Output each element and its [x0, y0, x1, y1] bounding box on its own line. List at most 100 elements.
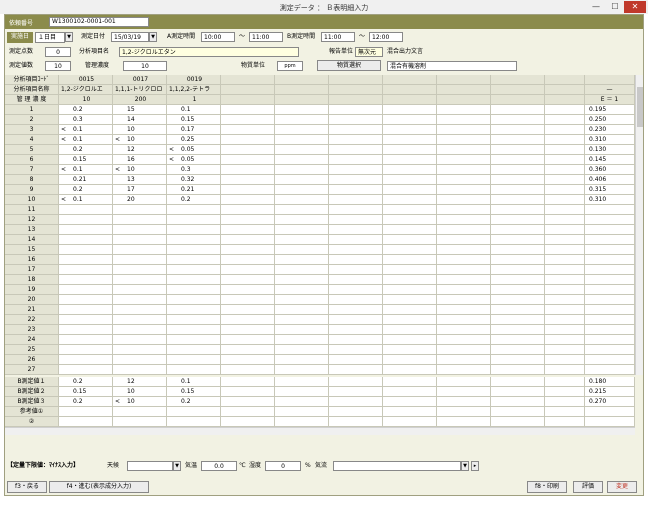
- table-cell[interactable]: [113, 215, 167, 225]
- table-cell[interactable]: [329, 115, 383, 125]
- table-cell[interactable]: [383, 225, 437, 235]
- table-cell[interactable]: [545, 417, 585, 427]
- table-cell[interactable]: [167, 255, 221, 265]
- table-cell[interactable]: [275, 417, 329, 427]
- table-cell[interactable]: [329, 295, 383, 305]
- table-cell[interactable]: <10: [113, 135, 167, 145]
- table-cell[interactable]: [383, 115, 437, 125]
- table-cell[interactable]: [437, 245, 491, 255]
- table-cell[interactable]: [167, 245, 221, 255]
- table-cell[interactable]: [167, 285, 221, 295]
- vertical-scrollbar[interactable]: [635, 75, 643, 375]
- table-cell[interactable]: [59, 325, 113, 335]
- table-cell[interactable]: [383, 265, 437, 275]
- table-cell[interactable]: [437, 135, 491, 145]
- table-cell[interactable]: [221, 355, 275, 365]
- table-cell[interactable]: [59, 365, 113, 375]
- table-cell[interactable]: [221, 125, 275, 135]
- item-name-field[interactable]: 1,2-ジクロルエタン: [119, 47, 299, 57]
- table-cell[interactable]: [329, 325, 383, 335]
- table-cell[interactable]: 0.3: [167, 165, 221, 175]
- table-cell[interactable]: [437, 225, 491, 235]
- table-cell[interactable]: [437, 315, 491, 325]
- table-cell[interactable]: [221, 397, 275, 407]
- table-cell[interactable]: [437, 325, 491, 335]
- table-cell[interactable]: [383, 335, 437, 345]
- table-cell[interactable]: [167, 205, 221, 215]
- table-cell[interactable]: [383, 345, 437, 355]
- table-cell[interactable]: 0.15: [59, 155, 113, 165]
- table-cell[interactable]: [275, 365, 329, 375]
- table-cell[interactable]: [491, 345, 545, 355]
- table-cell[interactable]: 0.3: [59, 115, 113, 125]
- table-cell[interactable]: [437, 407, 491, 417]
- table-cell[interactable]: [545, 275, 585, 285]
- table-cell[interactable]: [437, 335, 491, 345]
- table-cell[interactable]: [113, 345, 167, 355]
- a-time-from-field[interactable]: 10:00: [201, 32, 235, 42]
- table-cell[interactable]: [59, 255, 113, 265]
- table-cell[interactable]: [113, 205, 167, 215]
- table-cell[interactable]: [113, 355, 167, 365]
- table-cell[interactable]: [221, 185, 275, 195]
- table-cell[interactable]: [491, 407, 545, 417]
- table-cell[interactable]: 0.1: [167, 377, 221, 387]
- table-cell[interactable]: [59, 215, 113, 225]
- table-cell[interactable]: [113, 315, 167, 325]
- table-cell[interactable]: [275, 245, 329, 255]
- table-cell[interactable]: 10: [113, 125, 167, 135]
- table-cell[interactable]: [383, 285, 437, 295]
- table-cell[interactable]: [221, 135, 275, 145]
- table-cell[interactable]: [437, 377, 491, 387]
- table-cell[interactable]: [221, 335, 275, 345]
- horizontal-scrollbar[interactable]: [5, 427, 635, 435]
- back-button[interactable]: f3・戻る: [7, 481, 47, 493]
- table-cell[interactable]: [383, 185, 437, 195]
- table-cell[interactable]: 0.21: [167, 185, 221, 195]
- table-cell[interactable]: [275, 325, 329, 335]
- table-cell[interactable]: [545, 365, 585, 375]
- table-cell[interactable]: [383, 315, 437, 325]
- table-cell[interactable]: <0.05: [167, 155, 221, 165]
- table-cell[interactable]: <0.1: [59, 195, 113, 205]
- table-cell[interactable]: [113, 295, 167, 305]
- table-cell[interactable]: [221, 345, 275, 355]
- table-cell[interactable]: [167, 275, 221, 285]
- table-cell[interactable]: [437, 235, 491, 245]
- table-cell[interactable]: [545, 135, 585, 145]
- table-cell[interactable]: [383, 165, 437, 175]
- table-cell[interactable]: [275, 295, 329, 305]
- table-cell[interactable]: [329, 407, 383, 417]
- table-cell[interactable]: 0.15: [167, 387, 221, 397]
- table-cell[interactable]: [113, 285, 167, 295]
- temp-field[interactable]: 0.0: [201, 461, 237, 471]
- table-cell[interactable]: [221, 295, 275, 305]
- table-cell[interactable]: [167, 225, 221, 235]
- table-cell[interactable]: [167, 355, 221, 365]
- table-cell[interactable]: [275, 175, 329, 185]
- table-cell[interactable]: [275, 125, 329, 135]
- table-cell[interactable]: [383, 245, 437, 255]
- table-cell[interactable]: [329, 215, 383, 225]
- table-cell[interactable]: [491, 397, 545, 407]
- table-cell[interactable]: [491, 125, 545, 135]
- table-cell[interactable]: [491, 145, 545, 155]
- table-cell[interactable]: 0.2: [59, 105, 113, 115]
- table-cell[interactable]: [167, 295, 221, 305]
- table-cell[interactable]: [545, 285, 585, 295]
- table-cell[interactable]: [491, 355, 545, 365]
- table-cell[interactable]: [545, 407, 585, 417]
- minimize-button[interactable]: —: [586, 1, 606, 13]
- humidity-field[interactable]: 0: [265, 461, 301, 471]
- table-cell[interactable]: <0.1: [59, 135, 113, 145]
- table-cell[interactable]: [329, 105, 383, 115]
- table-cell[interactable]: [329, 355, 383, 365]
- table-cell[interactable]: [437, 275, 491, 285]
- table-cell[interactable]: [383, 365, 437, 375]
- table-cell[interactable]: [491, 305, 545, 315]
- table-cell[interactable]: [545, 165, 585, 175]
- table-cell[interactable]: [221, 377, 275, 387]
- table-cell[interactable]: [275, 145, 329, 155]
- table-cell[interactable]: [383, 397, 437, 407]
- table-cell[interactable]: [275, 305, 329, 315]
